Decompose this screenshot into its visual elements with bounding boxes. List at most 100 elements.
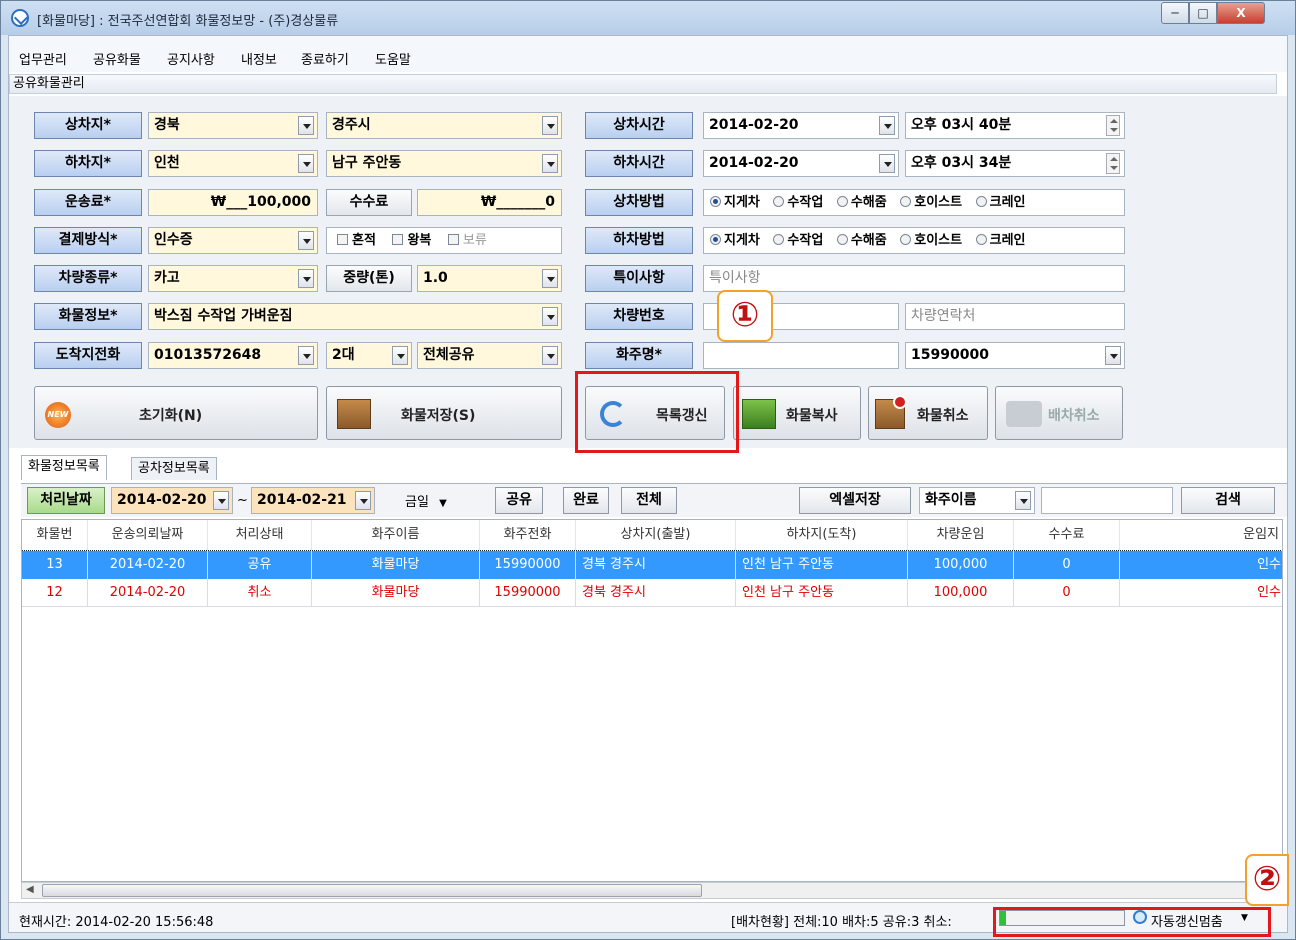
callout-2: ②	[1245, 854, 1289, 906]
cancel-dispatch-button[interactable]: 배차취소	[995, 386, 1123, 440]
shipper-phone-select[interactable]: 15990000	[905, 342, 1125, 369]
radio-checked-icon	[710, 196, 721, 207]
unload-method-crane[interactable]: 크레인	[975, 228, 1026, 253]
share-scope-select[interactable]: 전체공유	[417, 342, 562, 369]
chevron-down-icon[interactable]	[879, 116, 895, 135]
horizontal-scrollbar[interactable]: ◀	[21, 882, 1283, 899]
filter-all-button[interactable]: 전체	[621, 487, 677, 514]
chevron-down-icon[interactable]	[298, 346, 314, 365]
chevron-down-icon[interactable]	[542, 154, 558, 173]
chevron-down-icon[interactable]	[542, 307, 558, 326]
vehicle-count-select[interactable]: 2대	[326, 342, 412, 369]
chevron-down-icon[interactable]	[879, 154, 895, 173]
menu-bar: 업무관리 공유화물 공지사항 내정보 종료하기 도움말	[9, 36, 1287, 72]
title-bar[interactable]: [화물마당] : 전국주선연합회 화물정보망 - (주)경상물류 ─ □ X	[1, 1, 1295, 35]
table-row-selected[interactable]: 13 2014-02-20 공유 화물마당 15990000 경북 경주시 인천…	[22, 550, 1282, 580]
shipper-name-input[interactable]	[703, 342, 899, 369]
menu-notices[interactable]: 공지사항	[167, 49, 215, 68]
col-header[interactable]: 차량운임	[908, 520, 1014, 550]
menu-help[interactable]: 도움말	[375, 49, 411, 68]
search-field-select[interactable]: 화주이름	[919, 487, 1035, 514]
to-date-picker[interactable]: 2014-02-21	[251, 487, 375, 514]
search-input[interactable]	[1041, 487, 1173, 514]
fare-input[interactable]: ₩___100,000	[148, 189, 318, 216]
unload-city-select[interactable]: 남구 주안동	[326, 150, 562, 177]
mixed-load-checkbox[interactable]: 혼적	[337, 228, 376, 253]
unload-province-select[interactable]: 인천	[148, 150, 318, 177]
scrollbar-thumb[interactable]	[42, 884, 702, 897]
save-cargo-button[interactable]: 화물저장(S)	[326, 386, 562, 440]
chevron-down-icon[interactable]	[542, 346, 558, 365]
load-date-picker[interactable]: 2014-02-20	[703, 112, 899, 139]
unload-method-hoist[interactable]: 호이스트	[900, 228, 962, 253]
table-row[interactable]: 12 2014-02-20 취소 화물마당 15990000 경북 경주시 인천…	[22, 579, 1282, 607]
copy-cargo-button[interactable]: 화물복사	[733, 386, 861, 440]
excel-save-button[interactable]: 엑셀저장	[799, 487, 911, 514]
col-header[interactable]: 수수료	[1014, 520, 1120, 550]
unload-method-forklift[interactable]: 지게차	[710, 228, 760, 253]
col-header[interactable]: 화주이름	[312, 520, 480, 550]
vehicle-type-select[interactable]: 카고	[148, 265, 318, 292]
menu-business[interactable]: 업무관리	[19, 49, 67, 68]
load-time-spinner[interactable]: 오후 03시 40분	[905, 112, 1125, 139]
col-header[interactable]: 처리상태	[208, 520, 312, 550]
maximize-button[interactable]: □	[1189, 2, 1217, 24]
chevron-down-icon[interactable]	[298, 231, 314, 250]
load-method-hoist[interactable]: 호이스트	[900, 190, 962, 215]
chevron-down-icon[interactable]	[298, 269, 314, 288]
chevron-down-icon[interactable]	[355, 491, 371, 510]
menu-exit[interactable]: 종료하기	[301, 49, 349, 68]
vehicle-contact-input[interactable]: 차량연락처	[905, 303, 1125, 330]
chevron-down-icon[interactable]	[213, 491, 229, 510]
today-dropdown[interactable]: 금일 ▼	[405, 491, 447, 510]
special-input[interactable]: 특이사항	[703, 265, 1125, 292]
col-header[interactable]: 운임지	[1120, 520, 1282, 550]
table-cell: 2014-02-20	[88, 579, 208, 607]
unload-time-spinner[interactable]: 오후 03시 34분	[905, 150, 1125, 177]
spinner-arrows-icon[interactable]	[1106, 115, 1120, 136]
from-date-picker[interactable]: 2014-02-20	[111, 487, 233, 514]
tab-cargo-list[interactable]: 화물정보목록	[21, 455, 107, 480]
col-header[interactable]: 하차지(도착)	[736, 520, 908, 550]
col-header[interactable]: 상차지(출발)	[576, 520, 736, 550]
load-province-select[interactable]: 경북	[148, 112, 318, 139]
filter-share-button[interactable]: 공유	[495, 487, 543, 514]
close-button[interactable]: X	[1217, 2, 1265, 24]
chevron-down-icon[interactable]	[542, 269, 558, 288]
menu-my-info[interactable]: 내정보	[241, 49, 277, 68]
filter-done-button[interactable]: 완료	[563, 487, 609, 514]
unload-method-assist[interactable]: 수해줌	[836, 228, 887, 253]
chevron-down-icon[interactable]	[1015, 491, 1031, 510]
cancel-cargo-button[interactable]: 화물취소	[868, 386, 988, 440]
arrival-phone-select[interactable]: 01013572648	[148, 342, 318, 369]
payment-select[interactable]: 인수증	[148, 227, 318, 254]
load-method-assist[interactable]: 수해줌	[836, 190, 887, 215]
load-method-forklift[interactable]: 지게차	[710, 190, 760, 215]
chevron-down-icon[interactable]	[298, 154, 314, 173]
chevron-down-icon[interactable]	[298, 116, 314, 135]
col-header[interactable]: 화물번	[22, 520, 88, 550]
load-method-manual[interactable]: 수작업	[773, 190, 823, 215]
chevron-down-icon[interactable]	[1105, 346, 1121, 365]
tab-empty-vehicle-list[interactable]: 공차정보목록	[131, 457, 217, 480]
search-button[interactable]: 검색	[1181, 487, 1275, 514]
cargo-info-select[interactable]: 박스짐 수작업 가벼운짐	[148, 303, 562, 330]
fee-input[interactable]: ₩_______0	[417, 189, 562, 216]
chevron-down-icon[interactable]	[542, 116, 558, 135]
minimize-button[interactable]: ─	[1161, 2, 1189, 24]
menu-shared-cargo[interactable]: 공유화물	[93, 49, 141, 68]
spinner-arrows-icon[interactable]	[1106, 153, 1120, 174]
col-header[interactable]: 화주전화	[480, 520, 576, 550]
load-city-select[interactable]: 경주시	[326, 112, 562, 139]
unload-method-manual[interactable]: 수작업	[773, 228, 823, 253]
table-cell: 15990000	[480, 579, 576, 607]
chevron-down-icon[interactable]	[392, 346, 408, 365]
weight-select[interactable]: 1.0	[417, 265, 562, 292]
radio-label: 크레인	[989, 233, 1026, 248]
unload-date-picker[interactable]: 2014-02-20	[703, 150, 899, 177]
scroll-left-icon[interactable]: ◀	[26, 884, 34, 895]
col-header[interactable]: 운송의뢰날짜	[88, 520, 208, 550]
load-method-crane[interactable]: 크레인	[975, 190, 1026, 215]
reset-button[interactable]: NEW 초기화(N)	[34, 386, 318, 440]
round-trip-checkbox[interactable]: 왕복	[392, 228, 431, 253]
